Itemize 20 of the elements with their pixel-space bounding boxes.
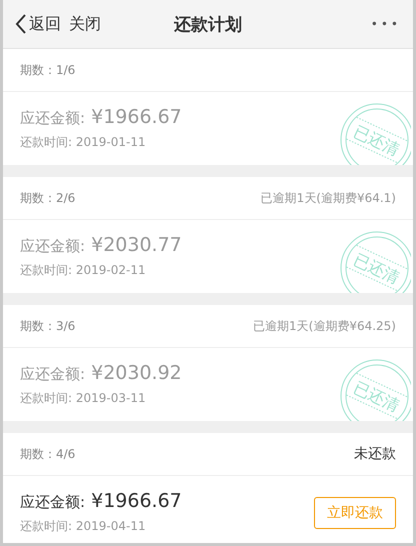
amount-text: 应还金额: ¥1966.67 (20, 106, 182, 128)
amount-text: 应还金额: ¥2030.77 (20, 234, 182, 256)
date-text: 还款时间: 2019-01-11 (20, 134, 147, 151)
back-icon (15, 14, 26, 34)
more-button[interactable]: ••• (370, 17, 401, 31)
page-title: 还款计划 (174, 14, 242, 36)
date-text: 还款时间: 2019-03-11 (20, 390, 147, 407)
period-label: 期数：1/6 (20, 62, 76, 78)
amount-text: 应还金额: ¥2030.92 (20, 362, 182, 384)
date-text: 还款时间: 2019-04-11 (20, 518, 147, 535)
period-label: 期数：3/6 (20, 318, 76, 334)
status-text: 未还款 (354, 445, 396, 463)
amount-text: 应还金额: ¥1966.67 (20, 490, 182, 512)
close-button[interactable]: 关闭 (69, 14, 109, 34)
status-text: 已逾期1天(逾期费¥64.1) (260, 190, 396, 206)
back-button[interactable]: 返回 (15, 14, 69, 34)
status-text: 已逾期1天(逾期费¥64.25) (253, 318, 396, 334)
period-label: 期数：4/6 (20, 446, 76, 462)
date-text: 还款时间: 2019-02-11 (20, 262, 147, 279)
period-label: 期数：2/6 (20, 190, 76, 206)
